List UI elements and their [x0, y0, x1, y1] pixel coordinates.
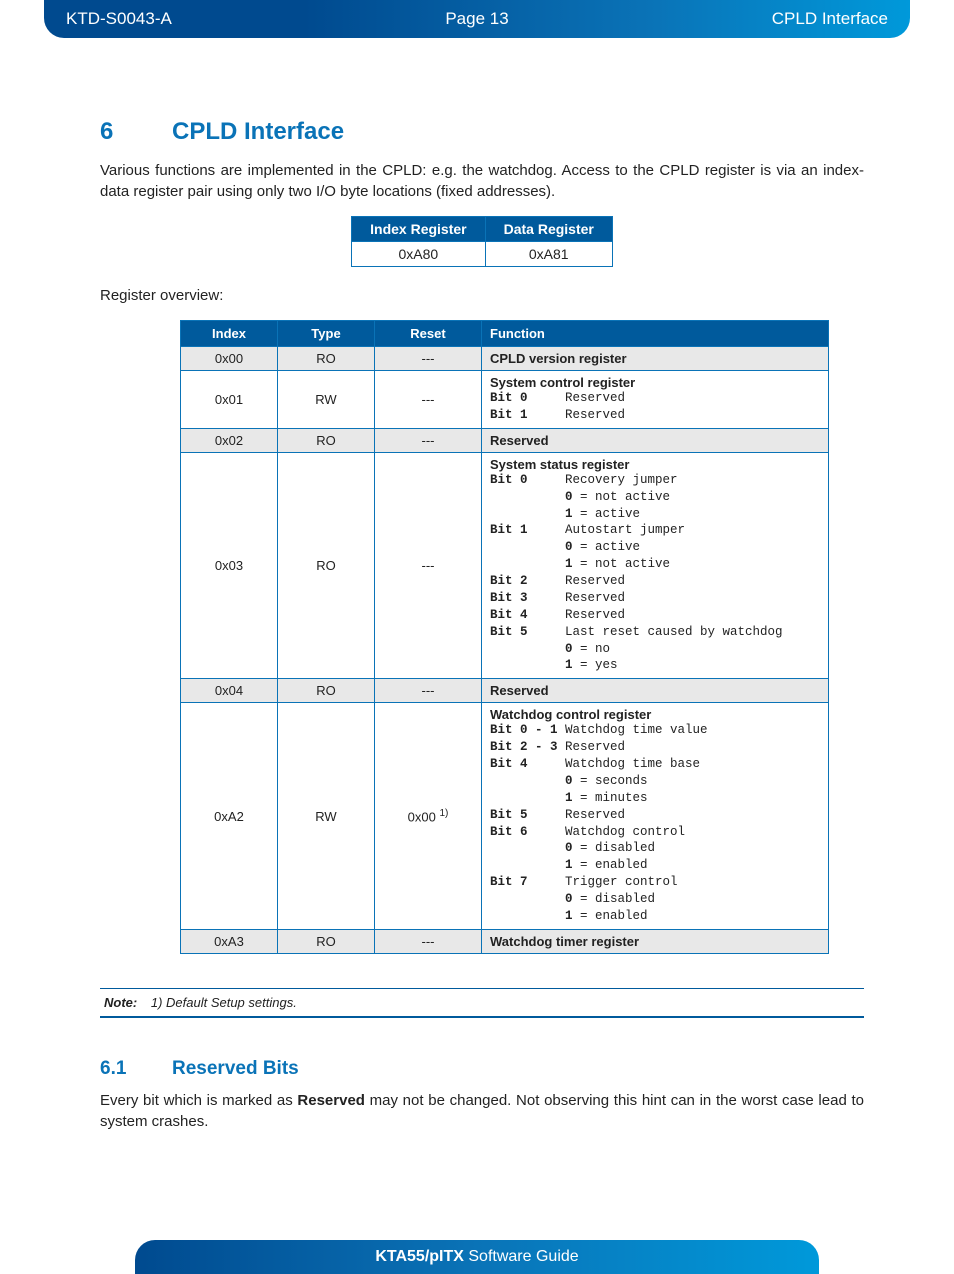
- cell-index: 0x01: [181, 371, 278, 429]
- cell-index: 0x03: [181, 452, 278, 679]
- table-row: 0x01RW---System control registerBit 0 Re…: [181, 371, 829, 429]
- cell-reset: 0x00 1): [375, 703, 482, 930]
- section-intro: Various functions are implemented in the…: [100, 160, 864, 202]
- cell-type: RO: [278, 679, 375, 703]
- table-row: 0x02RO---Reserved: [181, 428, 829, 452]
- cell-function: CPLD version register: [482, 347, 829, 371]
- ovw-header-type: Type: [278, 321, 375, 347]
- subsection-body: Every bit which is marked as Reserved ma…: [100, 1090, 864, 1132]
- footer-pill: KTA55/pITX Software Guide: [135, 1240, 818, 1274]
- cell-index: 0x02: [181, 428, 278, 452]
- cell-function: Reserved: [482, 428, 829, 452]
- subsection-number: 6.1: [100, 1058, 128, 1080]
- table-row: 0x04RO---Reserved: [181, 679, 829, 703]
- ovw-header-function: Function: [482, 321, 829, 347]
- table-row: 0x03RO---System status registerBit 0 Rec…: [181, 452, 829, 679]
- ovw-header-index: Index: [181, 321, 278, 347]
- cell-type: RW: [278, 371, 375, 429]
- cell-reset: ---: [375, 679, 482, 703]
- page-footer: KTA55/pITX Software Guide: [0, 1240, 954, 1274]
- cell-function: System status registerBit 0 Recovery jum…: [482, 452, 829, 679]
- cell-type: RO: [278, 452, 375, 679]
- section-title: CPLD Interface: [172, 118, 344, 146]
- cell-function: Watchdog timer register: [482, 929, 829, 953]
- table-row: 0xA3RO---Watchdog timer register: [181, 929, 829, 953]
- overview-label: Register overview:: [100, 285, 864, 306]
- register-pair-table: Index Register Data Register 0xA80 0xA81: [351, 216, 613, 267]
- section-heading: 6 CPLD Interface: [100, 118, 864, 146]
- subsection-title: Reserved Bits: [172, 1058, 299, 1080]
- cell-reset: ---: [375, 347, 482, 371]
- note-label: Note:: [104, 995, 137, 1010]
- table-row: 0x00RO---CPLD version register: [181, 347, 829, 371]
- subsection-body-pre: Every bit which is marked as: [100, 1092, 297, 1109]
- cell-index: 0x04: [181, 679, 278, 703]
- register-overview-table: Index Type Reset Function 0x00RO---CPLD …: [180, 320, 829, 954]
- cell-function: System control registerBit 0 Reserved Bi…: [482, 371, 829, 429]
- subsection-heading: 6.1 Reserved Bits: [100, 1058, 864, 1080]
- table-row: 0xA2RW0x00 1)Watchdog control registerBi…: [181, 703, 829, 930]
- cell-type: RO: [278, 428, 375, 452]
- cell-function: Watchdog control registerBit 0 - 1 Watch…: [482, 703, 829, 930]
- doc-id: KTD-S0043-A: [44, 9, 340, 29]
- cell-type: RO: [278, 929, 375, 953]
- page-number: Page 13: [340, 9, 614, 29]
- footer-product: KTA55/pITX: [375, 1248, 464, 1265]
- cell-type: RW: [278, 703, 375, 930]
- cell-index: 0xA2: [181, 703, 278, 930]
- cell-index: 0x00: [181, 347, 278, 371]
- regpair-header-index: Index Register: [352, 217, 485, 242]
- regpair-value-data: 0xA81: [485, 242, 612, 267]
- cell-index: 0xA3: [181, 929, 278, 953]
- cell-reset: ---: [375, 452, 482, 679]
- footer-subtitle: Software Guide: [464, 1248, 579, 1265]
- cell-reset: ---: [375, 371, 482, 429]
- subsection-body-bold: Reserved: [297, 1092, 365, 1109]
- regpair-header-data: Data Register: [485, 217, 612, 242]
- note-box: Note: 1) Default Setup settings.: [100, 988, 864, 1018]
- ovw-header-reset: Reset: [375, 321, 482, 347]
- cell-function: Reserved: [482, 679, 829, 703]
- cell-reset: ---: [375, 428, 482, 452]
- regpair-value-index: 0xA80: [352, 242, 485, 267]
- page-header: KTD-S0043-A Page 13 CPLD Interface: [44, 0, 910, 38]
- note-text: 1) Default Setup settings.: [151, 995, 297, 1010]
- header-title: CPLD Interface: [614, 9, 910, 29]
- cell-reset: ---: [375, 929, 482, 953]
- section-number: 6: [100, 118, 128, 146]
- cell-type: RO: [278, 347, 375, 371]
